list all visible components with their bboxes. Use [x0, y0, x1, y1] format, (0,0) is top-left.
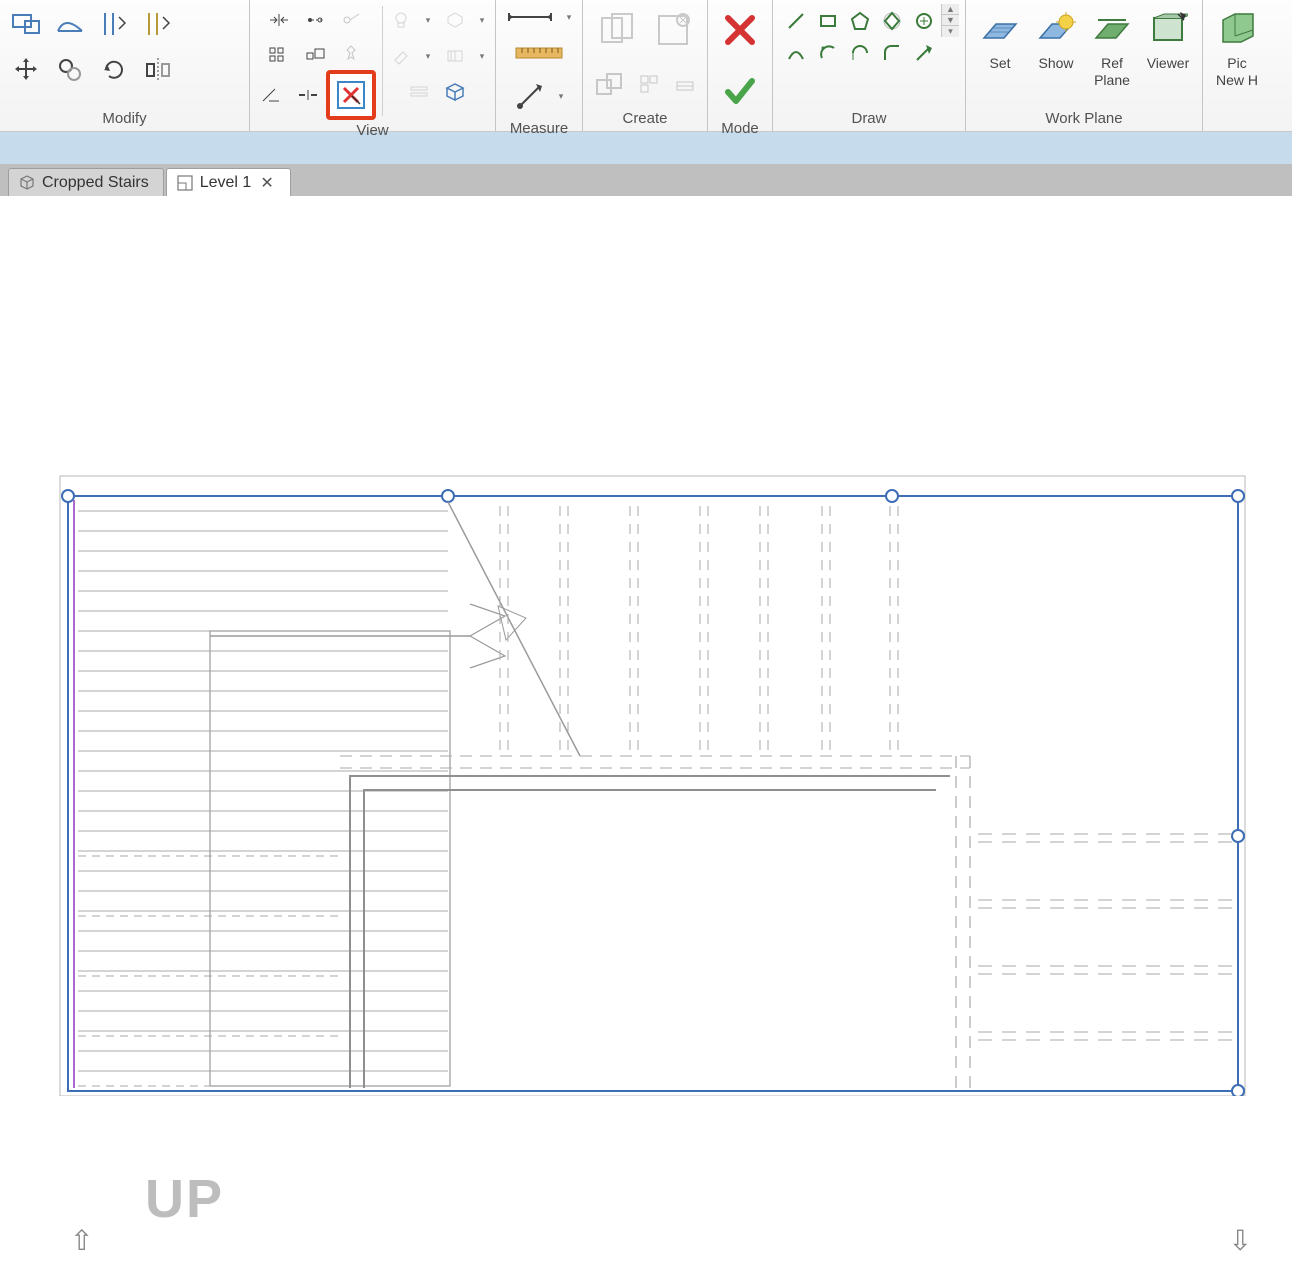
- move-button[interactable]: [6, 50, 46, 90]
- light-dropdown-icon[interactable]: ▾: [421, 15, 435, 26]
- dimension-dropdown-icon[interactable]: ▾: [562, 12, 576, 23]
- floorplan-icon: [177, 175, 193, 191]
- panel-mode: Mode: [708, 0, 773, 131]
- unpin-button[interactable]: [335, 4, 367, 36]
- draw-pick-lines-button[interactable]: [909, 38, 939, 68]
- component-button[interactable]: [439, 4, 471, 36]
- panel-workplane-title: Work Plane: [972, 106, 1196, 129]
- draw-arc-center-button[interactable]: [813, 38, 843, 68]
- ruler-icon: [511, 44, 567, 62]
- join-button[interactable]: [403, 76, 435, 108]
- ref-plane-button[interactable]: Ref Plane: [1084, 4, 1140, 90]
- panel-measure-title: Measure: [502, 116, 576, 139]
- finish-mode-button[interactable]: [714, 64, 766, 116]
- viewer-button[interactable]: Viewer: [1140, 4, 1196, 73]
- stair-direction-label: UP: [145, 1168, 224, 1230]
- panel-workplane: Set Show Ref Plane Viewer Work Plane: [966, 0, 1203, 131]
- newh-label: New H: [1216, 72, 1258, 88]
- set-workplane-button[interactable]: Set: [972, 4, 1028, 73]
- panel-draw: ▲ ▼ ▾ Draw: [773, 0, 966, 131]
- tab-level1[interactable]: Level 1 ✕: [166, 168, 291, 196]
- panel-create-title: Create: [589, 106, 701, 129]
- panel-next-title: [1209, 123, 1265, 129]
- panel-measure: ▾ ▾ Measure: [496, 0, 583, 131]
- view-box-button[interactable]: [439, 76, 471, 108]
- draw-scroll-expand-icon[interactable]: ▾: [942, 26, 959, 37]
- array-button[interactable]: [263, 38, 295, 70]
- set-label: Set: [989, 55, 1010, 71]
- viewer-label: Viewer: [1147, 55, 1190, 71]
- scale-button[interactable]: [299, 38, 331, 70]
- measure-dropdown-icon[interactable]: ▾: [554, 91, 568, 102]
- rotate-button[interactable]: [94, 50, 134, 90]
- refplane-label-2: Plane: [1094, 72, 1130, 88]
- draw-arc-tangent-button[interactable]: [845, 38, 875, 68]
- refplane-label-1: Ref: [1101, 55, 1123, 71]
- cut-geometry-button[interactable]: [50, 4, 90, 44]
- panel-modify: Modify: [0, 0, 250, 131]
- create-similar-button[interactable]: [589, 64, 629, 104]
- create-assembly-button[interactable]: [647, 4, 699, 56]
- options-bar: [0, 132, 1292, 164]
- draw-line-button[interactable]: [781, 6, 811, 36]
- draw-inscribed-polygon-button[interactable]: [877, 6, 907, 36]
- paint-dropdown-icon[interactable]: ▾: [421, 51, 435, 62]
- tab-project-label: Cropped Stairs: [42, 174, 149, 192]
- ribbon-toolbar: Modify: [0, 0, 1292, 132]
- panel-create: Create: [583, 0, 708, 131]
- panel-draw-title: Draw: [779, 106, 959, 129]
- scroll-up-arrow[interactable]: ⇧: [70, 1224, 93, 1257]
- demolish-button[interactable]: [439, 40, 471, 72]
- scroll-down-arrow[interactable]: ⇩: [1229, 1224, 1252, 1257]
- draw-fillet-arc-button[interactable]: [877, 38, 907, 68]
- align-button[interactable]: [263, 4, 295, 36]
- offset-button[interactable]: [299, 4, 331, 36]
- show-workplane-button[interactable]: Show: [1028, 4, 1084, 73]
- dimension-button[interactable]: [502, 4, 558, 30]
- show-label: Show: [1038, 55, 1073, 71]
- view-tab-bar: Cropped Stairs Level 1 ✕: [0, 164, 1292, 196]
- tab-level1-label: Level 1: [200, 174, 252, 192]
- floorplan-drawing: [0, 456, 1292, 1096]
- cancel-mode-button[interactable]: [714, 4, 766, 56]
- demolish-dropdown-icon[interactable]: ▾: [475, 51, 489, 62]
- tab-project[interactable]: Cropped Stairs: [8, 168, 164, 196]
- pin-button[interactable]: [335, 38, 367, 70]
- cope-button[interactable]: [6, 4, 46, 44]
- measure-button[interactable]: [510, 76, 550, 116]
- mirror-button[interactable]: [138, 50, 178, 90]
- delete-button[interactable]: [328, 72, 374, 118]
- trim-button[interactable]: [256, 79, 288, 111]
- draw-gallery-scroll: ▲ ▼ ▾: [941, 4, 959, 37]
- create-group-button[interactable]: [591, 4, 643, 56]
- paint-button[interactable]: [385, 40, 417, 72]
- component-dropdown-icon[interactable]: ▾: [475, 15, 489, 26]
- draw-polygon-button[interactable]: [845, 6, 875, 36]
- create-form-button[interactable]: [669, 68, 701, 100]
- light-button[interactable]: [385, 4, 417, 36]
- drawing-canvas[interactable]: UP ⇧ ⇩: [0, 196, 1292, 1265]
- panel-view: ▾ ▾ ▾ ▾ View: [250, 0, 496, 131]
- create-parts-button[interactable]: [633, 68, 665, 100]
- panel-next-partial: Pic New H: [1203, 0, 1271, 131]
- pick-walls-button[interactable]: [138, 4, 178, 44]
- pic-label: Pic: [1227, 55, 1246, 71]
- cube-icon: [19, 175, 35, 191]
- draw-scroll-down-icon[interactable]: ▼: [942, 15, 959, 26]
- copy-button[interactable]: [50, 50, 90, 90]
- split-button[interactable]: [292, 79, 324, 111]
- tab-close-button[interactable]: ✕: [258, 173, 275, 193]
- panel-modify-title: Modify: [6, 106, 243, 129]
- draw-circle-button[interactable]: [909, 6, 939, 36]
- draw-scroll-up-icon[interactable]: ▲: [942, 4, 959, 15]
- draw-arc-start-end-button[interactable]: [781, 38, 811, 68]
- draw-rect-button[interactable]: [813, 6, 843, 36]
- pic-button[interactable]: Pic New H: [1209, 4, 1265, 90]
- panel-view-title: View: [256, 118, 489, 141]
- panel-mode-title: Mode: [714, 116, 766, 139]
- pick-edges-button[interactable]: [94, 4, 134, 44]
